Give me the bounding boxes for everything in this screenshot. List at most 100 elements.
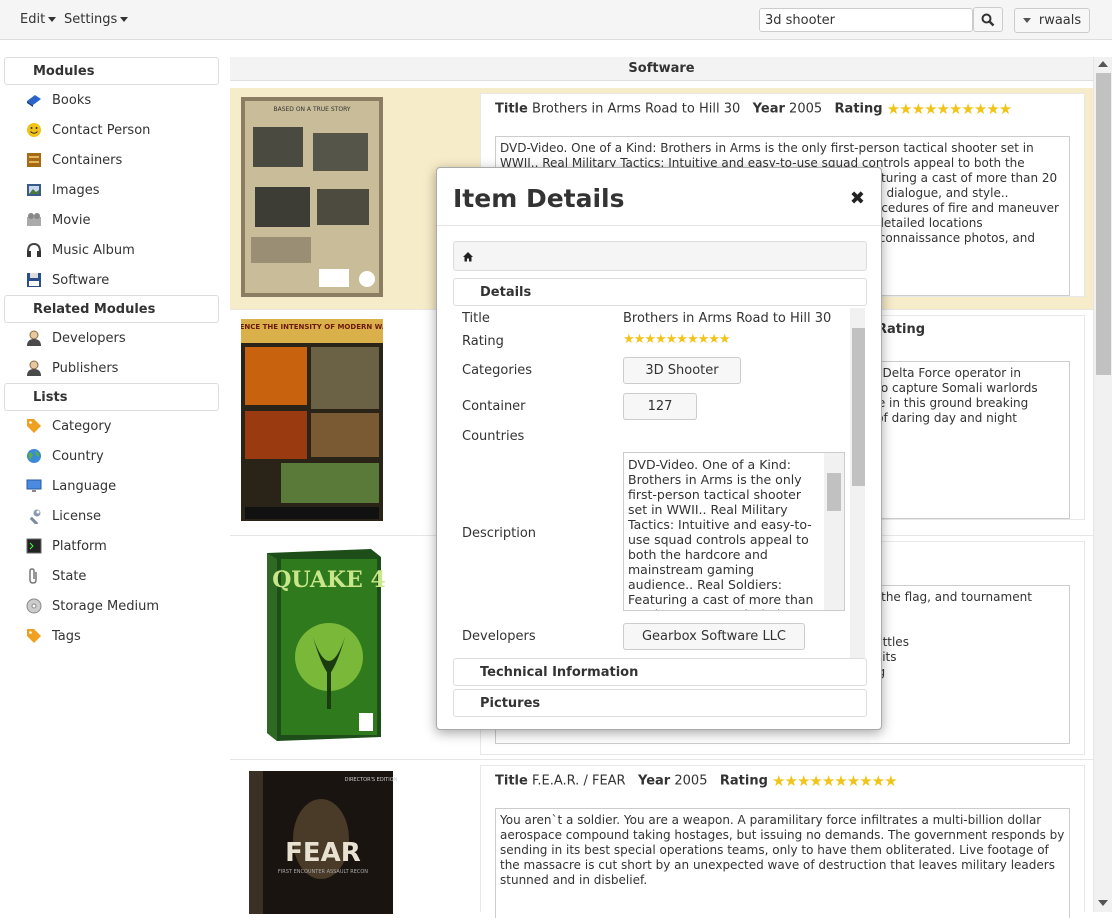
sidebar-item-label: Platform (52, 538, 107, 554)
field-label: Categories (462, 363, 533, 378)
wrench-icon (26, 508, 42, 526)
sidebar-item-images[interactable]: Images (4, 175, 219, 205)
description-textarea[interactable]: DVD-Video. One of a Kind: Brothers in Ar… (623, 452, 845, 611)
sidebar-item-platform[interactable]: Platform (4, 531, 219, 561)
rating-stars: ★★★★★★★★★★ (887, 100, 1013, 118)
item-description[interactable]: You aren`t a soldier. You are a weapon. … (495, 808, 1070, 918)
sidebar-item-movie[interactable]: Movie (4, 205, 219, 235)
page-scrollbar[interactable] (1093, 57, 1112, 912)
sidebar-section-related: Related Modules (4, 295, 219, 323)
home-icon[interactable] (463, 252, 473, 262)
container-chip[interactable]: 127 (623, 393, 697, 420)
sidebar-item-contact-person[interactable]: Contact Person (4, 115, 219, 145)
globe-icon (26, 448, 42, 464)
star-icon: ★ (936, 100, 950, 118)
edit-menu[interactable]: Edit (20, 12, 57, 27)
star-icon: ★ (961, 100, 974, 118)
close-icon[interactable]: ✖ (850, 188, 865, 209)
search-input[interactable] (759, 8, 973, 32)
book-icon (26, 92, 42, 108)
star-icon: ★ (834, 772, 847, 790)
scrollbar-thumb[interactable] (827, 473, 841, 511)
settings-menu[interactable]: Settings (64, 12, 129, 27)
sidebar-item-music-album[interactable]: Music Album (4, 235, 219, 265)
sidebar-item-tags[interactable]: Tags (4, 621, 219, 651)
sidebar-item-country[interactable]: Country (4, 441, 219, 471)
year-label: Year (752, 101, 785, 117)
scrollbar-thumb[interactable] (852, 328, 865, 486)
textarea-scrollbar[interactable] (824, 453, 844, 610)
sidebar-item-label: License (52, 508, 102, 524)
item-year: 2005 (674, 773, 708, 789)
smiley-icon (26, 122, 42, 138)
sidebar-section-lists: Lists (4, 383, 219, 411)
star-icon: ★ (633, 332, 646, 347)
sidebar-item-label: Containers (52, 152, 123, 168)
search-icon (981, 13, 995, 26)
sidebar-item-license[interactable]: License (4, 501, 219, 531)
star-icon: ★ (821, 772, 835, 790)
year-label: Year (638, 773, 671, 789)
page-title: Software (230, 57, 1093, 81)
sidebar-item-state[interactable]: State (4, 561, 219, 591)
list-item[interactable]: DIRECTOR'S EDITION FEAR FIRST ENCOUNTER … (230, 760, 1093, 918)
pictures-section-header[interactable]: Pictures (453, 689, 867, 717)
sidebar-section-modules: Modules (4, 57, 219, 85)
details-scrollbar[interactable] (850, 308, 865, 658)
star-icon: ★ (708, 332, 720, 347)
rating-stars[interactable]: ★★★★★★★★★★ (623, 332, 731, 347)
star-icon: ★ (846, 772, 860, 790)
details-section-header[interactable]: Details (453, 278, 867, 306)
sidebar-item-publishers[interactable]: Publishers (4, 353, 219, 383)
sidebar-item-label: Music Album (52, 242, 135, 258)
tag-icon (26, 628, 42, 644)
developer-chip[interactable]: Gearbox Software LLC (623, 623, 805, 650)
item-details-modal: Item Details ✖ Details Title Brothers in… (436, 167, 882, 730)
field-label: Countries (462, 429, 525, 444)
sidebar-item-label: Movie (52, 212, 91, 228)
user-menu-button[interactable]: rwaals (1014, 8, 1090, 33)
star-icon: ★ (911, 100, 925, 118)
star-icon: ★ (654, 332, 667, 347)
sidebar-item-software[interactable]: Software (4, 265, 219, 295)
scrollbar-thumb[interactable] (1096, 73, 1111, 375)
scroll-up-icon[interactable] (1098, 61, 1108, 67)
svg-text:FEAR: FEAR (285, 838, 361, 868)
scroll-down-icon[interactable] (1098, 900, 1108, 906)
item-detail-panel: Title F.E.A.R. / FEAR Year 2005 Rating ★… (480, 765, 1085, 918)
star-icon: ★ (718, 332, 731, 347)
star-icon: ★ (998, 100, 1012, 118)
tag-icon (26, 418, 42, 434)
headphones-icon (26, 242, 42, 258)
user-name: rwaals (1038, 13, 1082, 28)
sidebar-item-label: Images (52, 182, 100, 198)
sidebar-item-label: State (52, 568, 87, 584)
details-body: Title Brothers in Arms Road to Hill 30 R… (453, 308, 867, 658)
field-label: Title (462, 311, 490, 326)
sidebar-item-storage-medium[interactable]: Storage Medium (4, 591, 219, 621)
paperclip-icon (26, 568, 42, 584)
sidebar: Modules Books Contact Person Containers Ima… (4, 57, 219, 651)
svg-text:FIRST ENCOUNTER ASSAULT RECON: FIRST ENCOUNTER ASSAULT RECON (278, 869, 368, 875)
category-chip[interactable]: 3D Shooter (623, 357, 741, 384)
caret-down-icon (1022, 18, 1031, 23)
search-button[interactable] (973, 7, 1003, 32)
technical-section-header[interactable]: Technical Information (453, 658, 867, 686)
sidebar-item-label: Country (52, 448, 104, 464)
sidebar-item-category[interactable]: Category (4, 411, 219, 441)
sidebar-item-language[interactable]: Language (4, 471, 219, 501)
movie-icon (26, 212, 42, 228)
star-icon: ★ (884, 772, 897, 790)
sidebar-item-developers[interactable]: Developers (4, 323, 219, 353)
field-label: Developers (462, 629, 536, 644)
sidebar-item-containers[interactable]: Containers (4, 145, 219, 175)
star-icon: ★ (986, 100, 999, 118)
sidebar-item-books[interactable]: Books (4, 85, 219, 115)
sidebar-item-label: Language (52, 478, 117, 494)
caret-down-icon (120, 17, 129, 22)
item-year: 2005 (789, 101, 823, 117)
sidebar-item-label: Developers (52, 330, 126, 346)
star-icon: ★ (924, 100, 937, 118)
top-navbar: Edit Settings rwaals (0, 0, 1112, 40)
star-icon: ★ (623, 332, 635, 347)
